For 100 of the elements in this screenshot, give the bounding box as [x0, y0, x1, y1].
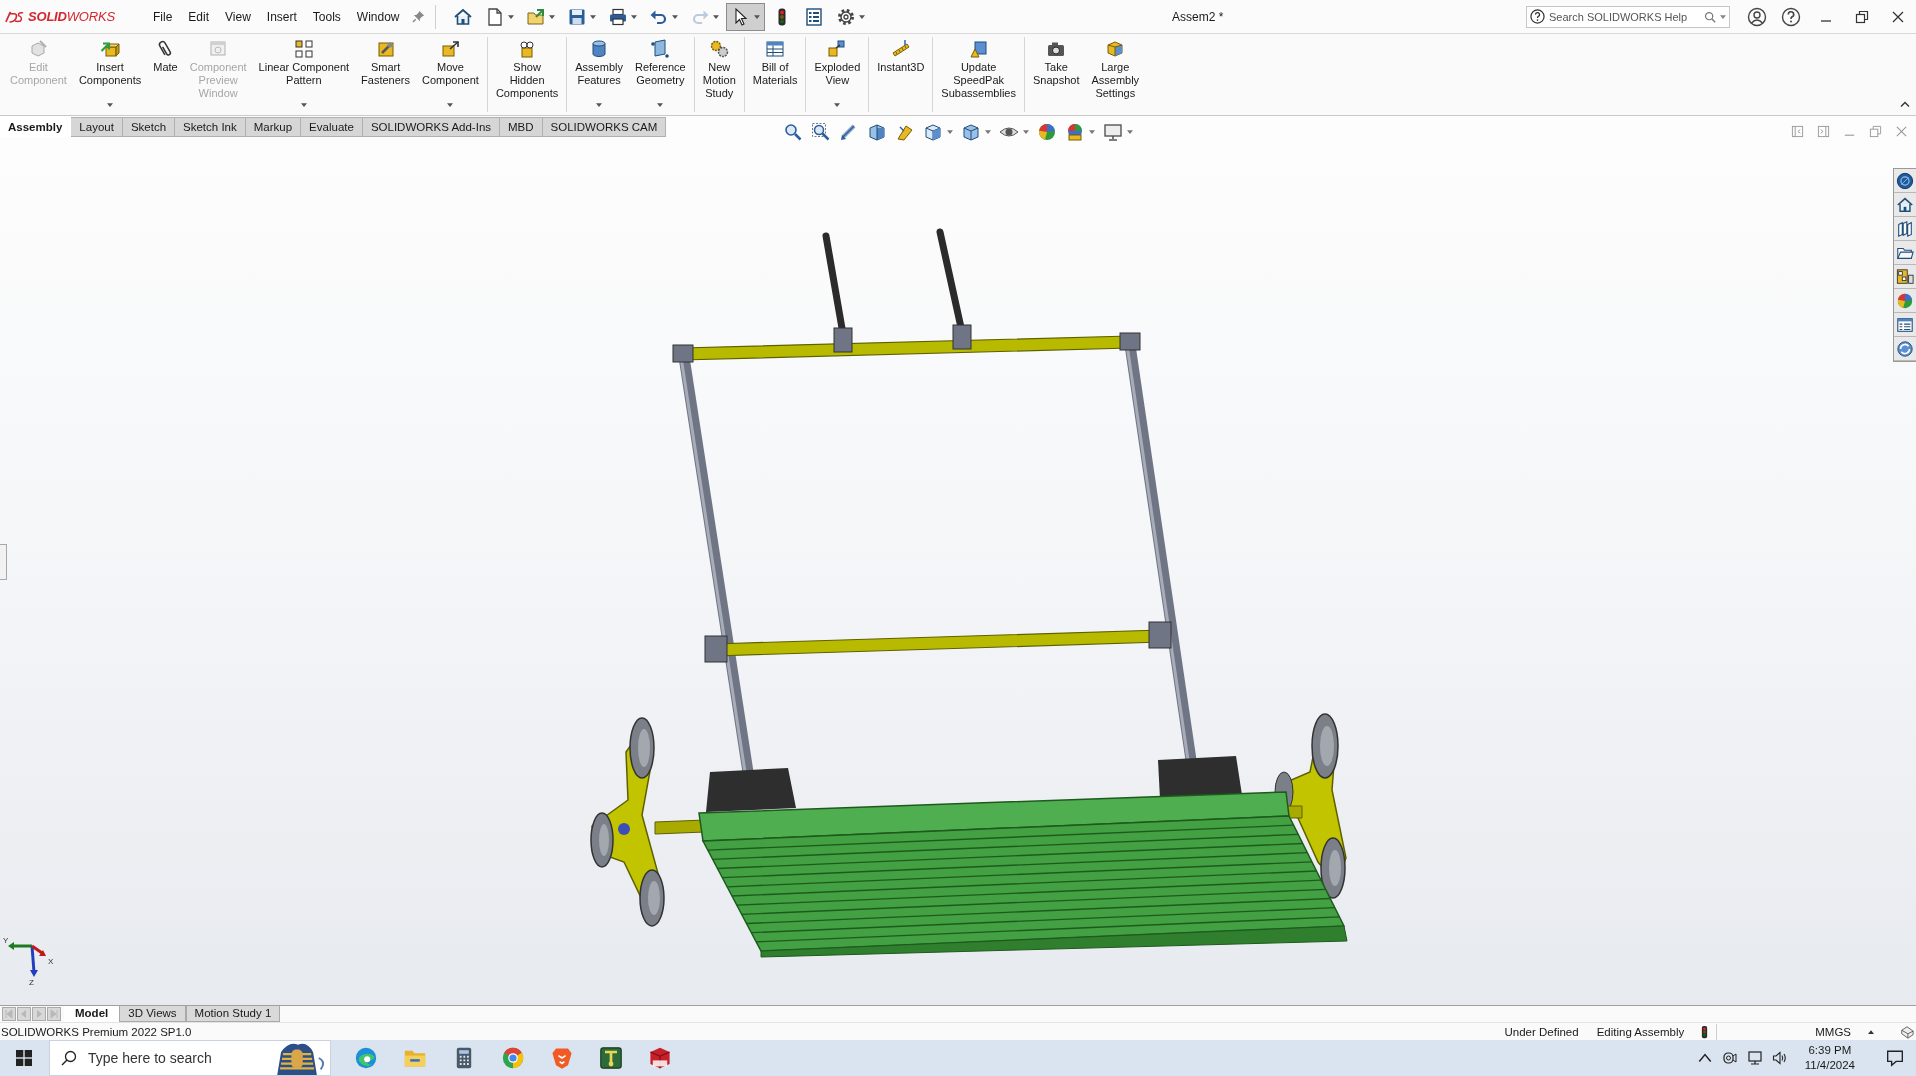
help-icon[interactable]: [1781, 6, 1801, 27]
ruler-icon: [890, 39, 911, 59]
camera-icon[interactable]: [1721, 1050, 1738, 1066]
box-arrow-icon: [100, 39, 121, 59]
plane-icon: [650, 39, 671, 59]
tile-left-icon[interactable]: [1791, 125, 1804, 138]
disc-icon: [1896, 171, 1914, 190]
clock-time[interactable]: 6:39 PM: [1808, 1043, 1852, 1058]
caret-icon[interactable]: [1127, 130, 1133, 134]
magnifier-icon[interactable]: [783, 122, 803, 142]
list-icon: [1896, 315, 1914, 334]
menu-item[interactable]: File: [145, 9, 181, 24]
network-monitor-icon[interactable]: [1746, 1050, 1763, 1066]
menu-item[interactable]: Tools: [304, 9, 349, 24]
caret-icon[interactable]: [1089, 130, 1095, 134]
menu-item[interactable]: Window: [348, 9, 408, 24]
command-tab[interactable]: Markup: [245, 117, 302, 137]
menu-item[interactable]: View: [217, 9, 259, 24]
product-version: SOLIDWORKS Premium 2022 SP1.0: [1, 1025, 192, 1038]
panel-handle[interactable]: [0, 544, 7, 580]
box-icon[interactable]: [1900, 1024, 1914, 1039]
tile-right-icon[interactable]: [1817, 125, 1830, 138]
definition-status: Under Defined: [1504, 1025, 1579, 1038]
monitor-icon[interactable]: [1103, 122, 1123, 142]
assembly-features-button[interactable]: Assembly Features: [569, 34, 629, 114]
pin-icon[interactable]: [411, 10, 425, 23]
home-icon: [1896, 195, 1914, 214]
notification-icon[interactable]: [1886, 1049, 1904, 1067]
bill-of-materials-button[interactable]: Bill of Materials: [746, 34, 804, 114]
show-hidden-button[interactable]: Show Hidden Components: [489, 34, 565, 114]
move-component-button[interactable]: Move Component: [416, 34, 485, 114]
command-tab[interactable]: Sketch: [122, 117, 176, 137]
reference-geometry-button[interactable]: Reference Geometry: [628, 34, 692, 114]
search-icon: [61, 1050, 77, 1066]
help-icon: [1530, 8, 1545, 24]
command-tab[interactable]: MBD: [500, 117, 543, 137]
command-tab[interactable]: SOLIDWORKS CAM: [542, 117, 667, 137]
user-icon[interactable]: [1747, 6, 1767, 27]
shield-icon[interactable]: [549, 1046, 574, 1070]
fastener-box-icon: [375, 39, 396, 59]
zoom-area-icon[interactable]: [811, 122, 831, 142]
cube-icon: [1105, 39, 1126, 59]
section-cube-icon[interactable]: [867, 122, 887, 142]
update-speedpak-button[interactable]: Update SpeedPak Subassemblies: [935, 34, 1022, 114]
chevron-up-icon[interactable]: [1900, 101, 1910, 107]
search-field[interactable]: Search SOLIDWORKS Help: [1526, 5, 1730, 28]
close-icon[interactable]: [1891, 9, 1905, 24]
gears-icon: [709, 39, 730, 59]
browser-swirl-icon[interactable]: [353, 1046, 378, 1070]
exploded-view-button[interactable]: Exploded View: [808, 34, 867, 114]
caret-icon[interactable]: [1720, 14, 1726, 19]
select-button[interactable]: [725, 2, 765, 31]
traffic-light-icon[interactable]: [1701, 1024, 1709, 1039]
round-browser-icon[interactable]: [500, 1046, 525, 1070]
command-tab[interactable]: SOLIDWORKS Add-Ins: [362, 117, 501, 137]
command-tab[interactable]: Sketch Ink: [175, 117, 246, 137]
hexagon-icon: [28, 39, 49, 59]
cube-app-icon[interactable]: [647, 1046, 672, 1070]
axis-label: X: [48, 957, 54, 966]
bottom-tab[interactable]: Motion Study 1: [185, 1006, 281, 1022]
insert-components-button[interactable]: Insert Components: [72, 34, 148, 114]
bottom-tab[interactable]: Model: [64, 1006, 120, 1022]
command-tab[interactable]: Evaluate: [301, 117, 363, 137]
app-tile-icon[interactable]: [598, 1046, 623, 1070]
speaker-icon[interactable]: [1771, 1050, 1788, 1066]
settings-icon: [835, 6, 856, 27]
search-icon[interactable]: [1704, 10, 1716, 23]
preview-window-icon: [208, 39, 229, 59]
shaded-cube-icon[interactable]: [961, 122, 981, 142]
mate-button[interactable]: Mate: [147, 34, 184, 114]
motion-study-button[interactable]: New Motion Study: [696, 34, 742, 114]
command-tab[interactable]: Layout: [71, 117, 123, 137]
clock-date[interactable]: 11/4/2024: [1804, 1058, 1855, 1073]
take-snapshot-button[interactable]: Take Snapshot: [1026, 34, 1086, 114]
move-box-icon: [440, 39, 461, 59]
caret-icon[interactable]: [1023, 130, 1029, 134]
menu-item[interactable]: Edit: [180, 9, 218, 24]
restore-icon[interactable]: [1855, 9, 1869, 24]
triangle-box-icon: [968, 39, 989, 59]
home-icon: [452, 6, 473, 27]
refresh-icon: [1896, 339, 1914, 358]
start-icon[interactable]: [16, 1050, 32, 1066]
linear-pattern-button[interactable]: Linear Component Pattern: [252, 34, 356, 114]
color-sphere-icon[interactable]: [1037, 122, 1057, 142]
printer-icon: [607, 6, 628, 27]
bottom-tab[interactable]: 3D Views: [119, 1006, 186, 1022]
caret-up-icon[interactable]: [1868, 1029, 1874, 1034]
smart-fasteners-button[interactable]: Smart Fasteners: [355, 34, 417, 114]
cube-icon[interactable]: [923, 122, 943, 142]
logo-icon: [5, 10, 25, 23]
caret-icon[interactable]: [985, 130, 991, 134]
large-assembly-settings-button[interactable]: Large Assembly Settings: [1085, 34, 1146, 114]
unit-system[interactable]: MMGS: [1815, 1025, 1851, 1038]
menu-item[interactable]: Insert: [258, 9, 305, 24]
caret-icon[interactable]: [947, 130, 953, 134]
app-logo: SOLIDWORKS: [28, 9, 115, 24]
color-sphere-icon: [1896, 291, 1914, 310]
instant3d-button[interactable]: Instant3D: [871, 34, 931, 114]
scene-sphere-icon[interactable]: [1065, 122, 1085, 142]
document-title: Assem2 *: [1172, 9, 1224, 24]
